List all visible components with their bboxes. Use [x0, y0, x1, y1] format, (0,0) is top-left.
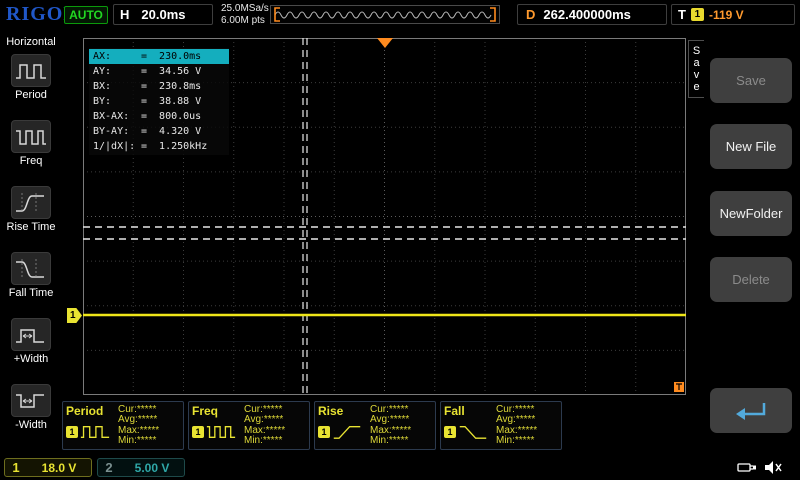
minus-width-icon — [11, 384, 51, 417]
sidebar-item-label: -Width — [15, 419, 47, 431]
sidebar-item-freq[interactable]: Freq — [0, 114, 62, 180]
channel1-id: 1 — [5, 460, 27, 475]
channel1-level-tag[interactable]: 1 — [67, 308, 82, 323]
back-button[interactable] — [710, 388, 792, 433]
cursor-row-by: BY: = 38.88 V — [89, 94, 229, 109]
channel2-id: 2 — [98, 460, 120, 475]
measurement-title: Rise — [318, 404, 370, 418]
channel-badge: 1 — [318, 426, 330, 438]
cursor-row-by-ay: BY-AY: = 4.320 V — [89, 124, 229, 139]
measure-min: Min:***** — [244, 436, 306, 446]
menu-tab-save[interactable]: Save — [688, 40, 704, 98]
measure-avg: Avg:***** — [496, 415, 558, 425]
measure-avg: Avg:***** — [118, 415, 180, 425]
channel2-badge[interactable]: 2 5.00 V — [97, 458, 185, 477]
oscilloscope-screen: RIGOL AUTO H 20.0ms 25.0MSa/s 6.00M pts … — [0, 0, 800, 480]
memory-depth: 6.00M pts — [221, 15, 269, 27]
horizontal-timebase-group[interactable]: H 20.0ms — [113, 4, 213, 25]
measure-min: Min:***** — [496, 436, 558, 446]
timebase-value: 20.0ms — [141, 7, 185, 22]
measurement-readout-row: Period 1 Cur:***** Avg:***** Max:***** M… — [62, 401, 562, 451]
trigger-level-value: -119 V — [709, 8, 744, 22]
preview-waveform-icon — [271, 6, 499, 23]
cursor-row-bx: BX: = 230.8ms — [89, 79, 229, 94]
freq-icon — [11, 120, 51, 153]
measure-min: Min:***** — [370, 436, 432, 446]
measure-sidebar: Horizontal Period Freq Rise Time Fall Ti… — [0, 30, 62, 456]
trigger-level-marker[interactable] — [674, 382, 684, 392]
sidebar-item-label: Freq — [20, 155, 43, 167]
sidebar-item-rise-time[interactable]: Rise Time — [0, 180, 62, 246]
channel-badge: 1 — [66, 426, 78, 438]
fall-time-icon — [11, 252, 51, 285]
cursor-row-inv-dx: 1/|dX|: = 1.250kHz — [89, 139, 229, 154]
bottom-status-bar: 1 18.0 V 2 5.00 V — [0, 456, 800, 480]
channel2-scale: 5.00 V — [120, 461, 184, 475]
cursor-measurement-panel: AX: = 230.0ms AY: = 34.56 V BX: = 230.8m… — [89, 48, 229, 155]
d-label: D — [526, 7, 535, 22]
channel-badge: 1 — [192, 426, 204, 438]
delay-value: 262.400000ms — [543, 7, 630, 22]
run-mode-badge: AUTO — [64, 6, 108, 24]
measure-category-title: Horizontal — [0, 36, 62, 48]
fall-measure-icon — [458, 423, 488, 441]
measurement-title: Fall — [444, 404, 496, 418]
trigger-position-marker[interactable] — [377, 38, 393, 48]
freq-measure-icon — [206, 423, 236, 441]
channel1-scale: 18.0 V — [27, 461, 91, 475]
measurement-panel-period: Period 1 Cur:***** Avg:***** Max:***** M… — [62, 401, 184, 450]
period-icon — [11, 54, 51, 87]
trigger-info-group[interactable]: T 1 -119 V — [671, 4, 795, 25]
measure-avg: Avg:***** — [244, 415, 306, 425]
sidebar-item-minus-width[interactable]: -Width — [0, 378, 62, 444]
channel1-badge[interactable]: 1 18.0 V — [4, 458, 92, 477]
sidebar-item-label: Fall Time — [9, 287, 54, 299]
measurement-panel-freq: Freq 1 Cur:***** Avg:***** Max:***** Min… — [188, 401, 310, 450]
softkey-menu: Save Save New File NewFolder Delete — [688, 30, 800, 456]
measurement-title: Freq — [192, 404, 244, 418]
t-label: T — [678, 7, 686, 22]
rise-measure-icon — [332, 423, 362, 441]
measurement-title: Period — [66, 404, 118, 418]
return-icon — [731, 397, 771, 425]
cursor-row-bx-ax: BX-AX: = 800.0us — [89, 109, 229, 124]
sidebar-item-period[interactable]: Period — [0, 48, 62, 114]
measurement-panel-rise: Rise 1 Cur:***** Avg:***** Max:***** Min… — [314, 401, 436, 450]
rise-time-icon — [11, 186, 51, 219]
usb-icon — [737, 460, 757, 480]
sample-rate: 25.0MSa/s — [221, 3, 269, 15]
measure-min: Min:***** — [118, 436, 180, 446]
period-measure-icon — [80, 423, 110, 441]
new-file-button[interactable]: New File — [710, 124, 792, 169]
sidebar-item-label: +Width — [14, 353, 49, 365]
channel-badge: 1 — [444, 426, 456, 438]
plus-width-icon — [11, 318, 51, 351]
cursor-row-ax[interactable]: AX: = 230.0ms — [89, 49, 229, 64]
trigger-source-badge: 1 — [691, 8, 704, 21]
save-button[interactable]: Save — [710, 58, 792, 103]
sidebar-item-fall-time[interactable]: Fall Time — [0, 246, 62, 312]
h-label: H — [120, 7, 129, 22]
top-status-bar: RIGOL AUTO H 20.0ms 25.0MSa/s 6.00M pts … — [0, 0, 800, 30]
delete-button[interactable]: Delete — [710, 257, 792, 302]
sidebar-item-label: Rise Time — [7, 221, 56, 233]
waveform-preview-strip[interactable] — [270, 5, 500, 24]
measurement-panel-fall: Fall 1 Cur:***** Avg:***** Max:***** Min… — [440, 401, 562, 450]
cursor-row-ay: AY: = 34.56 V — [89, 64, 229, 79]
trigger-delay-group[interactable]: D 262.400000ms — [517, 4, 667, 25]
sidebar-item-label: Period — [15, 89, 47, 101]
acquisition-info: 25.0MSa/s 6.00M pts — [221, 3, 269, 27]
measure-avg: Avg:***** — [370, 415, 432, 425]
new-folder-button[interactable]: NewFolder — [710, 191, 792, 236]
sidebar-item-plus-width[interactable]: +Width — [0, 312, 62, 378]
speaker-mute-icon[interactable] — [763, 459, 783, 480]
